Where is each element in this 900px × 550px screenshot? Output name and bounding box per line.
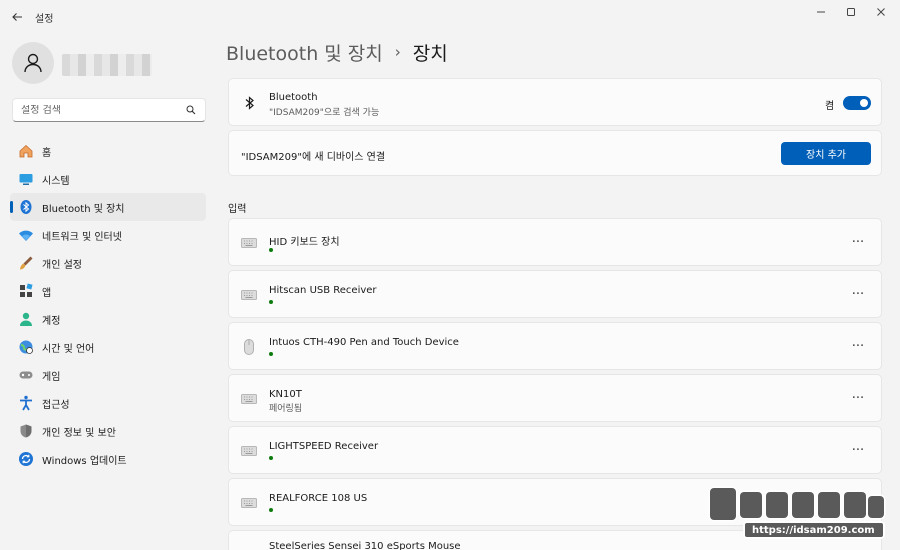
app-title: 설정 [35, 14, 54, 25]
device-name: HID 키보드 장치 [269, 237, 340, 248]
accessibility-icon [18, 395, 34, 411]
connected-status-dot [269, 248, 273, 252]
more-options-button[interactable]: ··· [849, 233, 867, 251]
bluetooth-card: Bluetooth "IDSAM209"으로 검색 가능 켬 [228, 78, 882, 126]
more-options-button[interactable]: ··· [849, 441, 867, 459]
maximize-button[interactable] [834, 0, 868, 24]
bluetooth-icon [18, 199, 34, 215]
sidebar-item-label: 앱 [42, 287, 52, 299]
add-device-button[interactable]: 장치 추가 [781, 142, 871, 165]
avatar [12, 42, 54, 84]
sidebar-item-accounts[interactable]: 계정 [10, 305, 206, 333]
keyboard-icon [241, 444, 257, 458]
blurred-user-name [62, 54, 152, 76]
user-icon [24, 53, 42, 73]
apps-icon [18, 283, 34, 299]
minimize-button[interactable] [804, 0, 838, 24]
device-row[interactable]: KN10T 페어링됨 ··· [228, 374, 882, 422]
time-language-icon [18, 339, 34, 355]
section-title-input: 입력 [228, 204, 247, 215]
breadcrumb-parent-link[interactable]: Bluetooth 및 장치 [226, 39, 383, 66]
sidebar-item-label: 개인 정보 및 보안 [42, 427, 116, 439]
mouse-icon [241, 339, 257, 355]
device-name: Intuos CTH-490 Pen and Touch Device [269, 337, 459, 348]
sidebar-item-label: 네트워크 및 인터넷 [42, 231, 122, 243]
bluetooth-state-label: 켬 [825, 101, 835, 112]
bluetooth-icon [243, 95, 257, 111]
device-name: LIGHTSPEED Receiver [269, 441, 379, 452]
home-icon [18, 143, 34, 159]
device-status-text: 페어링됨 [269, 404, 303, 414]
privacy-shield-icon [18, 423, 34, 439]
keyboard-icon [241, 288, 257, 302]
sidebar-item-label: 접근성 [42, 399, 70, 411]
device-name: KN10T [269, 389, 302, 400]
device-row[interactable]: HID 키보드 장치 ··· [228, 218, 882, 266]
toggle-knob [860, 99, 868, 107]
connected-status-dot [269, 352, 273, 356]
connected-status-dot [269, 508, 273, 512]
sidebar-item-home[interactable]: 홈 [10, 137, 206, 165]
device-row[interactable]: Intuos CTH-490 Pen and Touch Device ··· [228, 322, 882, 370]
sidebar-item-windows-update[interactable]: Windows 업데이트 [10, 445, 206, 473]
page-title: 장치 [412, 42, 448, 65]
sidebar-item-accessibility[interactable]: 접근성 [10, 389, 206, 417]
device-name: Hitscan USB Receiver [269, 285, 377, 296]
title-bar: 설정 [0, 0, 900, 32]
breadcrumb: Bluetooth 및 장치 › 장치 [226, 38, 448, 66]
sidebar-item-personalization[interactable]: 개인 설정 [10, 249, 206, 277]
user-profile[interactable] [12, 42, 212, 84]
device-name: REALFORCE 108 US [269, 493, 368, 504]
keyboard-icon [241, 236, 257, 250]
sidebar-item-label: Windows 업데이트 [42, 455, 127, 467]
sidebar-item-label: 게임 [42, 371, 61, 383]
sidebar-item-privacy-security[interactable]: 개인 정보 및 보안 [10, 417, 206, 445]
sidebar-item-gaming[interactable]: 게임 [10, 361, 206, 389]
more-options-button[interactable]: ··· [849, 389, 867, 407]
connected-status-dot [269, 456, 273, 460]
sidebar-item-bluetooth-devices[interactable]: Bluetooth 및 장치 [10, 193, 206, 221]
sidebar-item-label: 시간 및 언어 [42, 343, 95, 355]
bluetooth-toggle[interactable] [843, 96, 871, 110]
search-input[interactable] [21, 104, 185, 116]
keyboard-icon [241, 496, 257, 510]
keyboard-icon [241, 392, 257, 406]
add-device-description: "IDSAM209"에 새 디바이스 연결 [241, 152, 386, 163]
back-arrow-icon[interactable] [8, 8, 26, 26]
sidebar-item-label: 시스템 [42, 175, 70, 187]
sidebar-item-label: 개인 설정 [42, 259, 82, 271]
sidebar-item-label: 계정 [42, 315, 61, 327]
keyboard-icon [241, 544, 257, 550]
sidebar-item-time-language[interactable]: 시간 및 언어 [10, 333, 206, 361]
windows-update-icon [18, 451, 34, 467]
sidebar-item-apps[interactable]: 앱 [10, 277, 206, 305]
search-icon[interactable] [185, 104, 197, 116]
more-options-button[interactable]: ··· [849, 285, 867, 303]
sidebar-item-label: 홈 [42, 147, 52, 159]
more-options-button[interactable]: ··· [849, 337, 867, 355]
bluetooth-discoverable-text: "IDSAM209"으로 검색 가능 [269, 108, 380, 118]
sidebar-item-label: Bluetooth 및 장치 [42, 203, 125, 215]
watermark-url: https://idsam209.com [752, 525, 875, 536]
network-icon [18, 227, 34, 243]
sidebar-item-system[interactable]: 시스템 [10, 165, 206, 193]
settings-search-box[interactable] [12, 98, 206, 122]
device-row[interactable]: LIGHTSPEED Receiver ··· [228, 426, 882, 474]
sidebar-nav: 홈 시스템 Bluetooth 및 장치 네트워크 및 인터넷 개인 설정 앱 [10, 137, 206, 473]
bluetooth-title: Bluetooth [269, 92, 318, 103]
watermark-logo: https://idsam209.com [708, 486, 888, 542]
personalization-icon [18, 255, 34, 271]
system-icon [18, 171, 34, 187]
add-device-card: "IDSAM209"에 새 디바이스 연결 장치 추가 [228, 130, 882, 176]
device-row[interactable]: Hitscan USB Receiver ··· [228, 270, 882, 318]
gaming-icon [18, 367, 34, 383]
device-name: SteelSeries Sensei 310 eSports Mouse [269, 541, 461, 550]
account-icon [18, 311, 34, 327]
sidebar-item-network[interactable]: 네트워크 및 인터넷 [10, 221, 206, 249]
connected-status-dot [269, 300, 273, 304]
close-button[interactable] [864, 0, 898, 24]
breadcrumb-separator: › [394, 43, 401, 61]
